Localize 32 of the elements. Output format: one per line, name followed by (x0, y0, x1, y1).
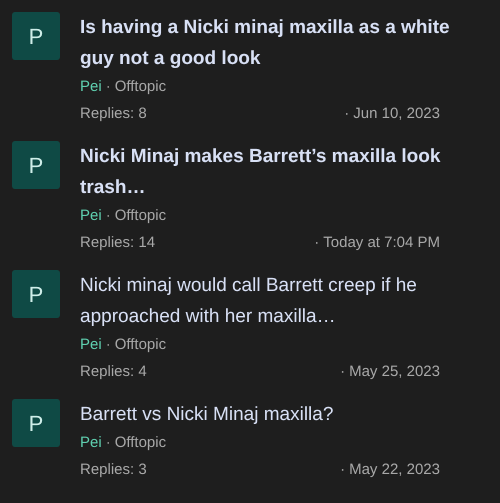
author-link[interactable]: Pei (80, 334, 102, 356)
forum-link[interactable]: Offtopic (114, 432, 166, 454)
author-link[interactable]: Pei (80, 432, 102, 454)
reply-count: Replies: 8 (80, 104, 147, 124)
separator-dot: · (104, 335, 112, 355)
last-post-date[interactable]: May 22, 2023 (349, 459, 440, 481)
thread-title[interactable]: Nicki Minaj makes Barrett’s maxilla look trash… (80, 141, 484, 203)
separator-dot: · (340, 460, 346, 480)
separator-dot: · (104, 206, 112, 226)
separator-dot: · (344, 104, 350, 124)
last-post-date[interactable]: Jun 10, 2023 (353, 103, 440, 125)
separator-dot: · (104, 433, 112, 453)
last-post-date[interactable]: May 25, 2023 (349, 361, 440, 383)
avatar[interactable]: P (12, 12, 60, 60)
forum-link[interactable]: Offtopic (114, 334, 166, 356)
avatar[interactable]: P (12, 270, 60, 318)
reply-count: Replies: 14 (80, 233, 156, 253)
separator-dot: · (104, 77, 112, 97)
avatar[interactable]: P (12, 399, 60, 447)
author-link[interactable]: Pei (80, 205, 102, 227)
avatar[interactable]: P (12, 141, 60, 189)
thread-title[interactable]: Barrett vs Nicki Minaj maxilla? (80, 399, 484, 430)
last-post-date[interactable]: Today at 7:04 PM (323, 232, 440, 254)
thread-title[interactable]: Is having a Nicki minaj maxilla as a white guy not a good look (80, 12, 484, 74)
separator-dot: · (340, 362, 346, 382)
forum-link[interactable]: Offtopic (114, 205, 166, 227)
separator-dot: · (314, 233, 320, 253)
reply-count: Replies: 3 (80, 460, 147, 480)
thread-title[interactable]: Nicki minaj would call Barrett creep if he approached with her maxilla… (80, 270, 484, 332)
forum-link[interactable]: Offtopic (114, 76, 166, 98)
author-link[interactable]: Pei (80, 76, 102, 98)
reply-count: Replies: 4 (80, 362, 147, 382)
